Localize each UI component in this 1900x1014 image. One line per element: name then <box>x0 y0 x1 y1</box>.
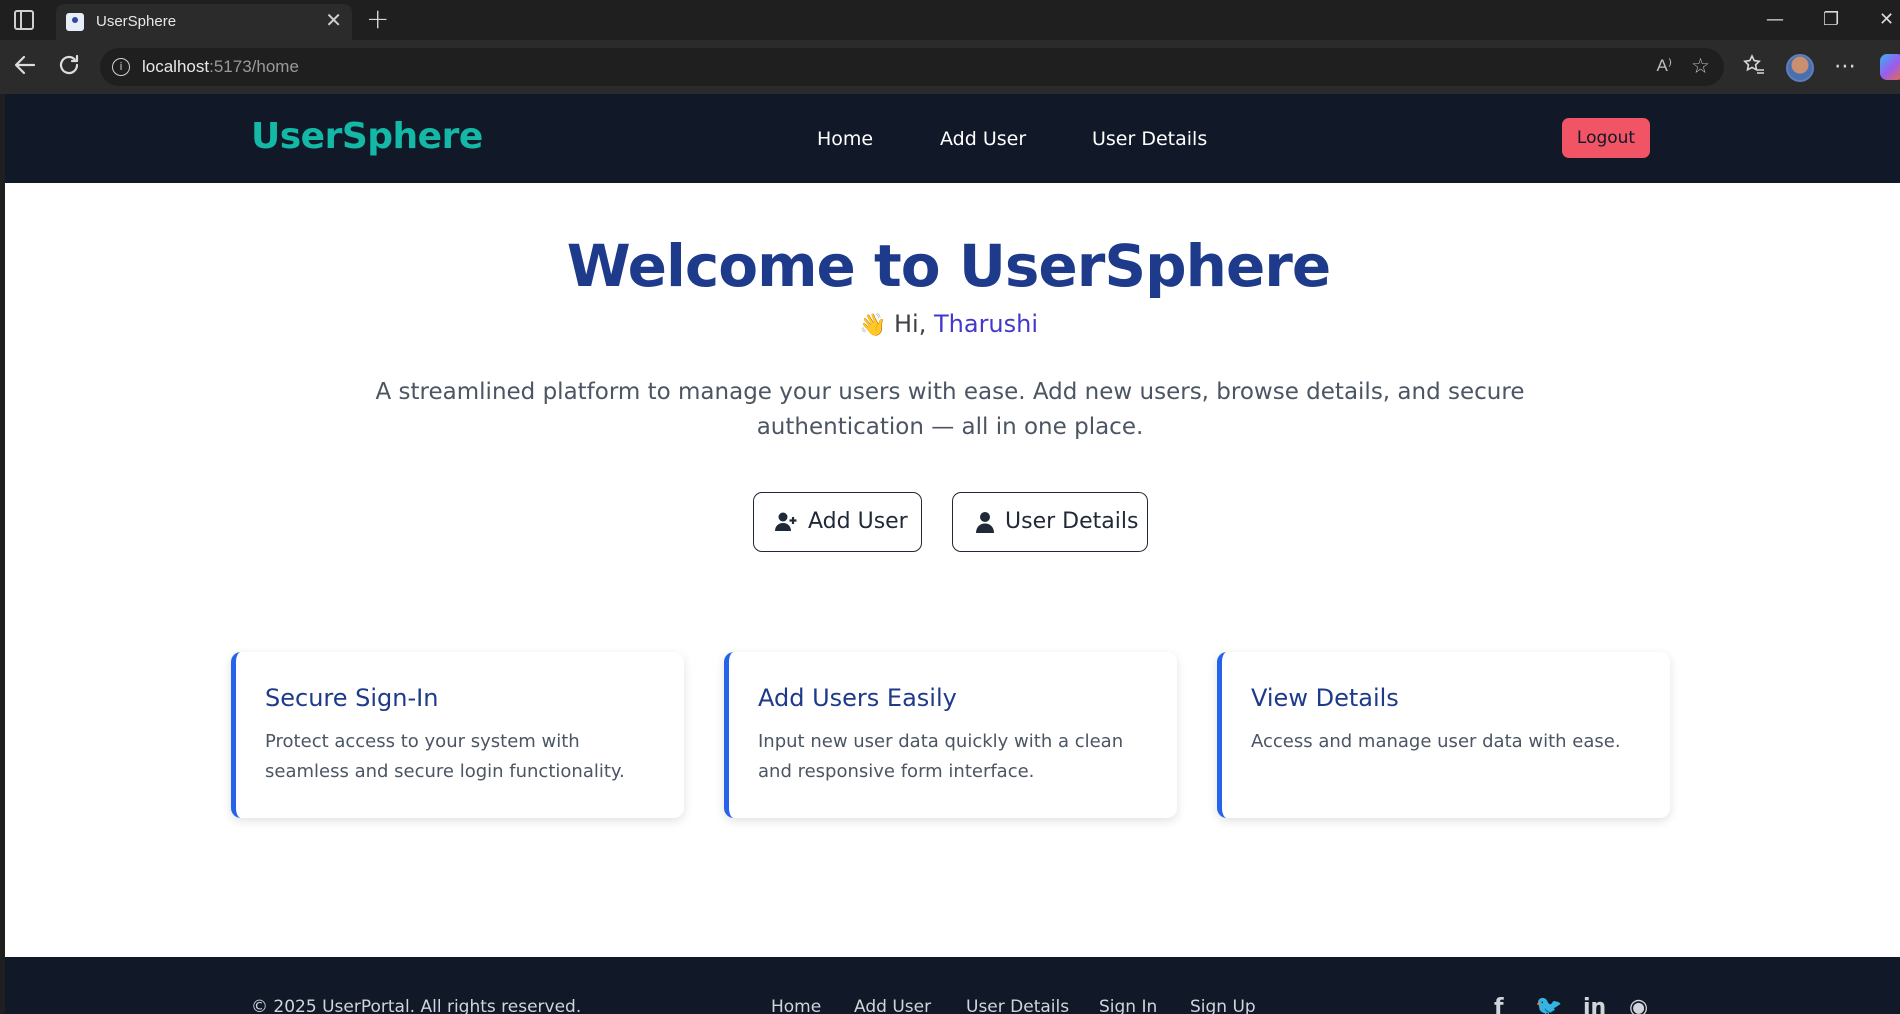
footer-link-user-details[interactable]: User Details <box>966 997 1069 1014</box>
add-user-button[interactable]: Add User <box>753 492 922 552</box>
restore-icon[interactable]: ❐ <box>1823 6 1839 34</box>
nav-home[interactable]: Home <box>817 128 873 150</box>
card-text: Protect access to your system with seaml… <box>265 731 625 782</box>
footer-link-add-user[interactable]: Add User <box>854 997 931 1014</box>
new-tab-button[interactable]: + <box>366 4 389 34</box>
site-header: UserSphere Home Add User User Details Lo… <box>5 94 1900 183</box>
nav-user-details[interactable]: User Details <box>1092 128 1207 150</box>
github-icon[interactable]: ◉ <box>1629 995 1648 1014</box>
info-icon[interactable]: i <box>112 58 130 76</box>
user-details-button-label: User Details <box>1005 509 1139 534</box>
copilot-icon[interactable] <box>1880 54 1900 80</box>
twitter-icon[interactable]: 🐦 <box>1535 995 1562 1014</box>
add-user-button-label: Add User <box>808 509 908 534</box>
card-text: Input new user data quickly with a clean… <box>758 731 1124 782</box>
page-viewport: UserSphere Home Add User User Details Lo… <box>5 94 1900 1014</box>
tab-title: UserSphere <box>96 13 177 30</box>
back-icon[interactable] <box>12 52 38 84</box>
browser-tab-bar: UserSphere ✕ + — ❐ ✕ <box>0 0 1900 40</box>
waving-hand-icon: 👋 <box>858 313 887 338</box>
site-footer: © 2025 UserPortal. All rights reserved. … <box>5 957 1900 1014</box>
refresh-icon[interactable] <box>56 52 82 84</box>
user-name: Tharushi <box>933 310 1039 338</box>
profile-avatar[interactable] <box>1786 54 1814 82</box>
sidebar-toggle-icon[interactable] <box>14 10 34 30</box>
greeting-prefix: Hi, <box>894 310 927 338</box>
more-icon[interactable]: ⋯ <box>1834 53 1856 81</box>
card-text: Access and manage user data with ease. <box>1251 731 1621 752</box>
feature-card-secure-sign-in: Secure Sign-In Protect access to your sy… <box>231 652 684 818</box>
footer-link-sign-up[interactable]: Sign Up <box>1190 997 1256 1014</box>
read-aloud-icon[interactable]: A⁾ <box>1656 56 1672 76</box>
feature-card-add-users: Add Users Easily Input new user data qui… <box>724 652 1177 818</box>
browser-address-bar: i localhost:5173/home A⁾ ☆ ⋯ <box>0 40 1900 94</box>
copyright: © 2025 UserPortal. All rights reserved. <box>251 997 582 1014</box>
tagline: A streamlined platform to manage your us… <box>375 379 1525 440</box>
nav-add-user[interactable]: Add User <box>940 128 1026 150</box>
url-text: localhost:5173/home <box>142 57 299 76</box>
user-plus-icon <box>774 510 798 534</box>
facebook-icon[interactable]: f <box>1494 995 1504 1014</box>
page-title: Welcome to UserSphere <box>566 232 1332 300</box>
feature-card-view-details: View Details Access and manage user data… <box>1217 652 1670 818</box>
close-window-icon[interactable]: ✕ <box>1879 6 1894 34</box>
favicon-icon <box>66 13 84 31</box>
card-title: Secure Sign-In <box>265 684 439 712</box>
card-title: View Details <box>1251 684 1399 712</box>
logout-button[interactable]: Logout <box>1562 118 1650 158</box>
linkedin-icon[interactable]: in <box>1583 995 1606 1014</box>
browser-tab[interactable]: UserSphere ✕ <box>56 4 352 40</box>
favorites-icon[interactable] <box>1742 53 1766 85</box>
greeting: 👋 Hi, Tharushi <box>5 310 1892 338</box>
url-field[interactable]: i localhost:5173/home A⁾ ☆ <box>100 48 1724 86</box>
brand-logo[interactable]: UserSphere <box>251 116 483 157</box>
card-title: Add Users Easily <box>758 684 957 712</box>
footer-link-sign-in[interactable]: Sign In <box>1099 997 1157 1014</box>
tab-close-icon[interactable]: ✕ <box>325 10 342 30</box>
minimize-icon[interactable]: — <box>1766 6 1784 34</box>
user-icon <box>973 510 997 534</box>
footer-link-home[interactable]: Home <box>771 997 821 1014</box>
user-details-button[interactable]: User Details <box>952 492 1148 552</box>
favorite-star-icon[interactable]: ☆ <box>1691 54 1710 78</box>
